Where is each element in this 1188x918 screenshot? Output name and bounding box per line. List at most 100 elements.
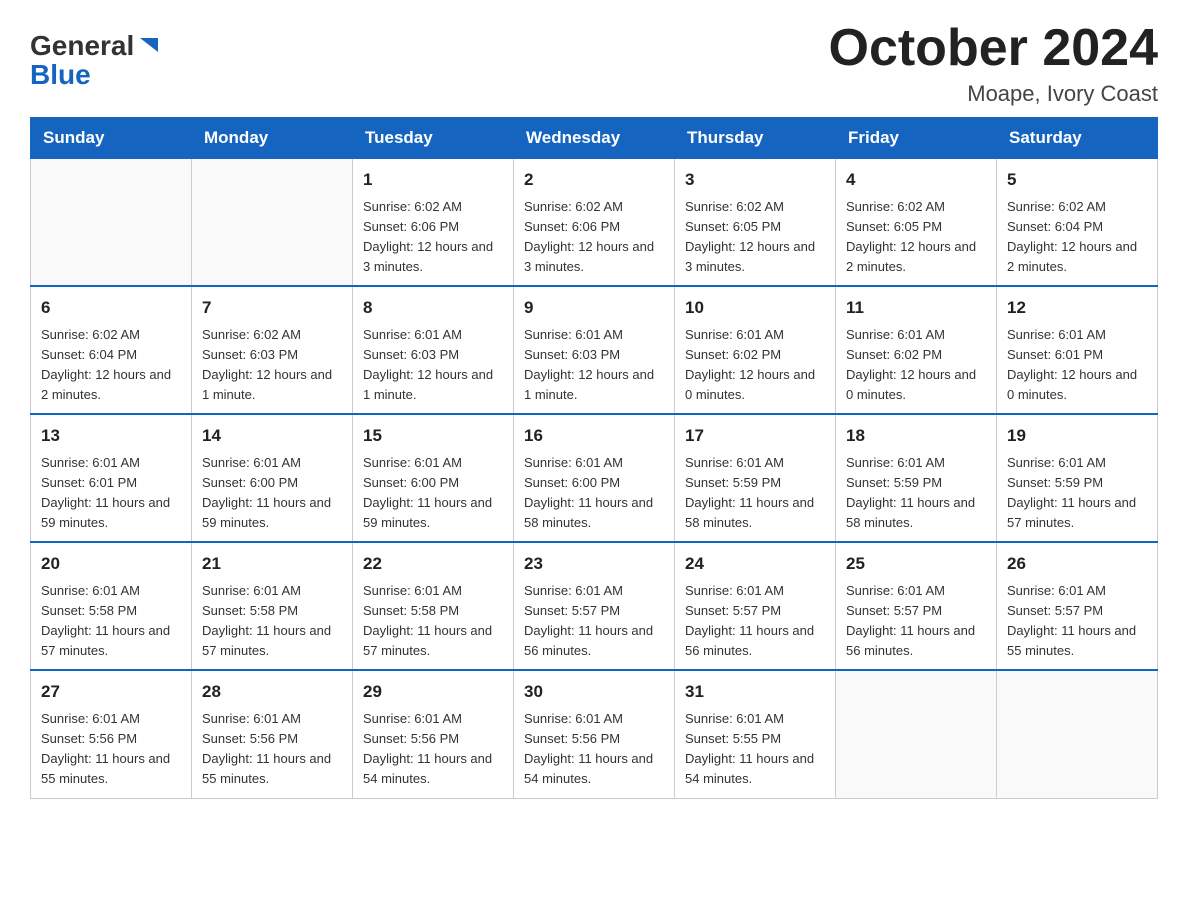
day-info: Sunrise: 6:02 AMSunset: 6:03 PMDaylight:…	[202, 325, 342, 406]
day-info: Sunrise: 6:02 AMSunset: 6:05 PMDaylight:…	[846, 197, 986, 278]
day-info: Sunrise: 6:01 AMSunset: 5:57 PMDaylight:…	[524, 581, 664, 662]
day-of-week-header: Thursday	[675, 118, 836, 159]
day-info: Sunrise: 6:01 AMSunset: 5:59 PMDaylight:…	[685, 453, 825, 534]
day-info: Sunrise: 6:01 AMSunset: 6:01 PMDaylight:…	[1007, 325, 1147, 406]
day-number: 14	[202, 423, 342, 449]
day-number: 5	[1007, 167, 1147, 193]
calendar-week-row: 20 Sunrise: 6:01 AMSunset: 5:58 PMDayligh…	[31, 542, 1158, 670]
day-number: 2	[524, 167, 664, 193]
day-of-week-header: Friday	[836, 118, 997, 159]
calendar-cell: 9Sunrise: 6:01 AMSunset: 6:03 PMDaylight…	[514, 286, 675, 414]
logo: General Blue	[30, 30, 160, 89]
day-info: Sunrise: 6:01 AMSunset: 5:58 PMDaylight:…	[363, 581, 503, 662]
day-info: Sunrise: 6:01 AMSunset: 6:02 PMDaylight:…	[846, 325, 986, 406]
day-info: Sunrise: 6:01 AMSunset: 6:02 PMDaylight:…	[685, 325, 825, 406]
day-info: Sunrise: 6:01 AMSunset: 5:56 PMDaylight:…	[202, 709, 342, 790]
calendar-cell: 11 Sunrise: 6:01 AMSunset: 6:02 PMDayligh…	[836, 286, 997, 414]
day-number: 7	[202, 295, 342, 321]
day-number: 30	[524, 679, 664, 705]
day-number: 12	[1007, 295, 1147, 321]
day-number: 27	[41, 679, 181, 705]
calendar-cell: 22Sunrise: 6:01 AMSunset: 5:58 PMDayligh…	[353, 542, 514, 670]
day-info: Sunrise: 6:01 AMSunset: 5:56 PMDaylight:…	[41, 709, 181, 790]
day-number: 16	[524, 423, 664, 449]
day-info: Sunrise: 6:02 AMSunset: 6:06 PMDaylight:…	[363, 197, 503, 278]
day-info: Sunrise: 6:01 AMSunset: 6:00 PMDaylight:…	[202, 453, 342, 534]
calendar-cell: 24 Sunrise: 6:01 AMSunset: 5:57 PMDayligh…	[675, 542, 836, 670]
calendar-cell: 15 Sunrise: 6:01 AMSunset: 6:00 PMDayligh…	[353, 414, 514, 542]
day-number: 28	[202, 679, 342, 705]
day-number: 20	[41, 551, 181, 577]
calendar-cell: 28 Sunrise: 6:01 AMSunset: 5:56 PMDayligh…	[192, 670, 353, 798]
calendar-cell: 14 Sunrise: 6:01 AMSunset: 6:00 PMDayligh…	[192, 414, 353, 542]
calendar-cell: 6 Sunrise: 6:02 AMSunset: 6:04 PMDaylight…	[31, 286, 192, 414]
day-number: 15	[363, 423, 503, 449]
page-header: General Blue October 2024 Moape, Ivory C…	[30, 20, 1158, 107]
day-number: 1	[363, 167, 503, 193]
calendar-cell	[997, 670, 1158, 798]
calendar-cell: 13 Sunrise: 6:01 AMSunset: 6:01 PMDayligh…	[31, 414, 192, 542]
day-of-week-header: Sunday	[31, 118, 192, 159]
calendar-cell: 29 Sunrise: 6:01 AMSunset: 5:56 PMDayligh…	[353, 670, 514, 798]
title-block: October 2024 Moape, Ivory Coast	[829, 20, 1159, 107]
calendar-cell: 8Sunrise: 6:01 AMSunset: 6:03 PMDaylight…	[353, 286, 514, 414]
day-number: 3	[685, 167, 825, 193]
calendar-cell: 10Sunrise: 6:01 AMSunset: 6:02 PMDayligh…	[675, 286, 836, 414]
day-info: Sunrise: 6:01 AMSunset: 5:59 PMDaylight:…	[1007, 453, 1147, 534]
calendar-cell: 19 Sunrise: 6:01 AMSunset: 5:59 PMDayligh…	[997, 414, 1158, 542]
calendar-cell: 4 Sunrise: 6:02 AMSunset: 6:05 PMDaylight…	[836, 159, 997, 287]
day-info: Sunrise: 6:01 AMSunset: 5:57 PMDaylight:…	[685, 581, 825, 662]
calendar-cell: 30Sunrise: 6:01 AMSunset: 5:56 PMDayligh…	[514, 670, 675, 798]
logo-triangle-icon	[138, 34, 160, 56]
day-number: 8	[363, 295, 503, 321]
location: Moape, Ivory Coast	[829, 81, 1159, 107]
day-number: 19	[1007, 423, 1147, 449]
calendar-cell: 23 Sunrise: 6:01 AMSunset: 5:57 PMDayligh…	[514, 542, 675, 670]
day-number: 26	[1007, 551, 1147, 577]
day-number: 21	[202, 551, 342, 577]
day-info: Sunrise: 6:01 AMSunset: 6:01 PMDaylight:…	[41, 453, 181, 534]
day-number: 23	[524, 551, 664, 577]
calendar-cell: 3 Sunrise: 6:02 AMSunset: 6:05 PMDaylight…	[675, 159, 836, 287]
calendar-cell	[836, 670, 997, 798]
calendar-cell: 17 Sunrise: 6:01 AMSunset: 5:59 PMDayligh…	[675, 414, 836, 542]
calendar-cell: 2Sunrise: 6:02 AMSunset: 6:06 PMDaylight…	[514, 159, 675, 287]
day-of-week-header: Monday	[192, 118, 353, 159]
calendar-cell: 1 Sunrise: 6:02 AMSunset: 6:06 PMDaylight…	[353, 159, 514, 287]
day-number: 24	[685, 551, 825, 577]
day-info: Sunrise: 6:01 AMSunset: 5:55 PMDaylight:…	[685, 709, 825, 790]
calendar-header-row: SundayMondayTuesdayWednesdayThursdayFrid…	[31, 118, 1158, 159]
logo-blue-text: Blue	[30, 61, 91, 89]
day-info: Sunrise: 6:01 AMSunset: 5:57 PMDaylight:…	[846, 581, 986, 662]
calendar-week-row: 6 Sunrise: 6:02 AMSunset: 6:04 PMDaylight…	[31, 286, 1158, 414]
day-info: Sunrise: 6:01 AMSunset: 6:03 PMDaylight:…	[524, 325, 664, 406]
day-info: Sunrise: 6:01 AMSunset: 6:00 PMDaylight:…	[363, 453, 503, 534]
day-of-week-header: Wednesday	[514, 118, 675, 159]
calendar-week-row: 1 Sunrise: 6:02 AMSunset: 6:06 PMDaylight…	[31, 159, 1158, 287]
calendar-cell	[31, 159, 192, 287]
calendar-cell	[192, 159, 353, 287]
day-number: 11	[846, 295, 986, 321]
calendar-cell: 21Sunrise: 6:01 AMSunset: 5:58 PMDayligh…	[192, 542, 353, 670]
day-info: Sunrise: 6:02 AMSunset: 6:04 PMDaylight:…	[41, 325, 181, 406]
day-number: 4	[846, 167, 986, 193]
calendar-cell: 26 Sunrise: 6:01 AMSunset: 5:57 PMDayligh…	[997, 542, 1158, 670]
calendar-cell: 20Sunrise: 6:01 AMSunset: 5:58 PMDayligh…	[31, 542, 192, 670]
calendar-week-row: 27 Sunrise: 6:01 AMSunset: 5:56 PMDayligh…	[31, 670, 1158, 798]
day-info: Sunrise: 6:02 AMSunset: 6:05 PMDaylight:…	[685, 197, 825, 278]
calendar-table: SundayMondayTuesdayWednesdayThursdayFrid…	[30, 117, 1158, 798]
logo-general-text: General	[30, 32, 134, 60]
day-number: 17	[685, 423, 825, 449]
day-info: Sunrise: 6:01 AMSunset: 5:56 PMDaylight:…	[363, 709, 503, 790]
day-number: 31	[685, 679, 825, 705]
day-number: 6	[41, 295, 181, 321]
day-number: 25	[846, 551, 986, 577]
calendar-cell: 27 Sunrise: 6:01 AMSunset: 5:56 PMDayligh…	[31, 670, 192, 798]
day-of-week-header: Tuesday	[353, 118, 514, 159]
day-of-week-header: Saturday	[997, 118, 1158, 159]
calendar-cell: 25 Sunrise: 6:01 AMSunset: 5:57 PMDayligh…	[836, 542, 997, 670]
day-info: Sunrise: 6:01 AMSunset: 5:57 PMDaylight:…	[1007, 581, 1147, 662]
day-number: 13	[41, 423, 181, 449]
day-number: 29	[363, 679, 503, 705]
calendar-cell: 5Sunrise: 6:02 AMSunset: 6:04 PMDaylight…	[997, 159, 1158, 287]
